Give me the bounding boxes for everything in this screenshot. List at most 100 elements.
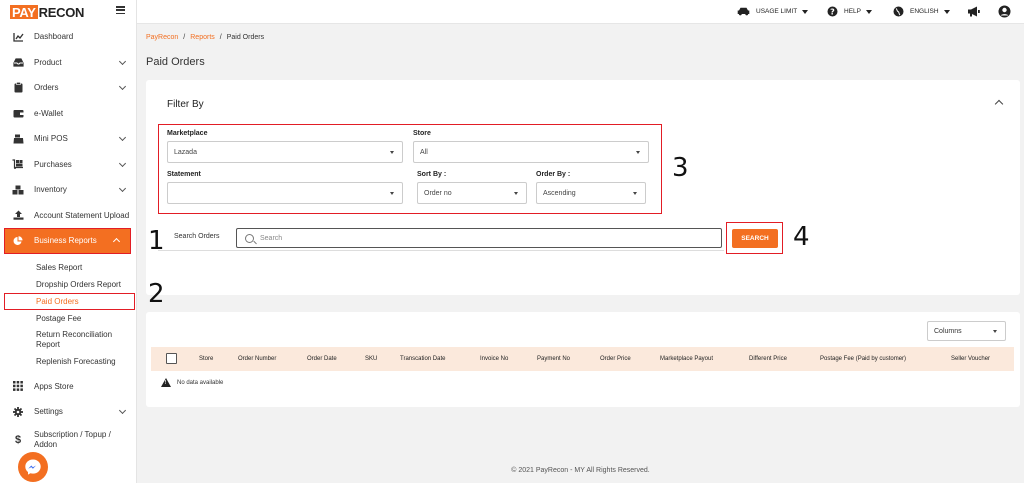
subitem-label: Dropship Orders Report [36,279,121,289]
caret-down-icon [802,9,809,14]
marketplace-select[interactable]: Lazada [167,141,403,163]
chevron-down-icon [118,406,127,415]
dolly-icon [12,158,24,170]
column-header-postage-fee[interactable]: Postage Fee (Paid by customer) [820,356,906,362]
column-header-order-price[interactable]: Order Price [600,356,631,362]
usage-limit-dropdown[interactable]: USAGE LIMIT [737,5,809,18]
sidebar-item-apps-store[interactable]: Apps Store [0,374,137,400]
order-by-select[interactable]: Ascending [536,182,646,204]
filter-title: Filter By [167,99,204,110]
sidebar-item-dashboard[interactable]: Dashboard [0,24,137,50]
sidebar-item-label: Business Reports [34,236,97,246]
help-dropdown[interactable]: ? HELP [827,5,872,18]
column-header-order-number[interactable]: Order Number [238,356,276,362]
empty-text: No data available [177,379,224,386]
caret-down-icon [943,9,950,14]
caret-down-icon [993,330,997,333]
subitem-label: Sales Report [36,262,83,272]
sidebar-item-account-statement-upload[interactable]: Account Statement Upload [0,203,137,229]
clipboard-icon [12,82,24,94]
megaphone-icon [968,6,980,17]
subitem-sales-report[interactable]: Sales Report [0,259,137,276]
column-header-sku[interactable]: SKU [365,356,377,362]
search-button[interactable]: SEARCH [732,229,778,248]
search-divider [158,250,724,251]
svg-text:?: ? [830,7,835,16]
sidebar-item-label: Dashboard [34,32,74,42]
sidebar-item-subscription[interactable]: $ Subscription / Topup / Addon [0,425,137,455]
column-header-store[interactable]: Store [199,356,213,362]
statement-select[interactable] [167,182,403,204]
search-input[interactable]: Search [236,228,722,248]
sort-by-select[interactable]: Order no [417,182,527,204]
messenger-icon [25,459,41,475]
sidebar-item-label: Account Statement Upload [34,210,130,220]
sidebar-item-label: Subscription / Topup / Addon [34,429,111,449]
filter-card: Filter By Marketplace Lazada Store All S… [146,80,1020,295]
results-table-card: Columns Store Order Number Order Date SK… [146,312,1020,407]
annotation-step-2: 2 [148,279,165,309]
cash-register-icon [12,133,24,145]
statement-label: Statement [167,171,201,178]
store-select[interactable]: All [413,141,649,163]
column-header-order-date[interactable]: Order Date [307,356,337,362]
annotation-step-1: 1 [148,226,165,256]
chart-line-icon [12,31,24,43]
subitem-dropship-orders-report[interactable]: Dropship Orders Report [0,276,137,293]
logo-pay: PAY [10,5,38,20]
language-dropdown[interactable]: ENGLISH [893,5,950,18]
order-by-value: Ascending [543,189,576,197]
search-orders-label: Search Orders [174,233,220,240]
sidebar-nav: Dashboard Product Orders e-Wallet Mini P… [0,24,137,455]
sidebar-item-label: Apps Store [34,381,74,391]
sidebar-item-inventory[interactable]: Inventory [0,177,137,203]
subitem-label: Return Reconciliation Report [36,329,113,349]
subitem-return-reconciliation-report[interactable]: Return Reconciliation Report [0,327,137,353]
annotation-step-3: 3 [672,153,689,183]
subitem-replenish-forecasting[interactable]: Replenish Forecasting [0,353,137,370]
sidebar-item-label: e-Wallet [34,108,64,118]
chevron-down-icon [118,159,127,167]
chevron-down-icon [118,133,127,142]
sidebar-item-settings[interactable]: Settings [0,399,137,425]
sort-by-label: Sort By : [417,171,447,178]
column-header-different-price[interactable]: Different Price [749,356,787,362]
column-header-transaction-date[interactable]: Transcation Date [400,356,445,362]
marketplace-value: Lazada [174,148,197,156]
column-header-payment-no[interactable]: Payment No [537,356,570,362]
caret-down-icon [636,151,640,154]
caret-down-icon [390,151,394,154]
sidebar-item-business-reports[interactable]: Business Reports [4,228,131,254]
hamburger-menu-icon[interactable] [116,6,125,14]
upload-icon [12,209,24,221]
messenger-chat-button[interactable] [18,452,48,482]
column-header-invoice-no[interactable]: Invoice No [480,356,508,362]
store-label: Store [413,130,431,137]
sidebar-item-product[interactable]: Product [0,50,137,76]
order-by-label: Order By : [536,171,571,178]
sidebar-item-e-wallet[interactable]: e-Wallet [0,101,137,127]
chevron-down-icon [118,184,127,193]
logo[interactable]: PAY RECON [10,5,84,20]
empty-state: No data available [161,378,223,387]
breadcrumb-reports[interactable]: Reports [190,34,215,41]
chevron-down-icon [118,57,127,65]
column-header-marketplace-payout[interactable]: Marketplace Payout [660,356,713,362]
footer-copyright: © 2021 PayRecon - MY All Rights Reserved… [511,467,650,474]
sidebar-item-mini-pos[interactable]: Mini POS [0,126,137,152]
user-account-button[interactable] [998,5,1011,18]
wallet-icon [12,107,24,119]
subitem-label: Replenish Forecasting [36,356,116,366]
sidebar-item-label: Orders [34,83,59,93]
chevron-up-icon[interactable] [994,99,1004,109]
sidebar-item-purchases[interactable]: Purchases [0,152,137,178]
breadcrumb-home[interactable]: PayRecon [146,34,178,41]
columns-select[interactable]: Columns [927,321,1006,341]
sidebar-item-orders[interactable]: Orders [0,75,137,101]
subitem-postage-fee[interactable]: Postage Fee [0,310,137,327]
subitem-label: Postage Fee [36,313,82,323]
select-all-checkbox[interactable] [166,353,177,364]
announcement-button[interactable] [967,5,980,18]
subitem-paid-orders[interactable]: Paid Orders [4,292,135,310]
column-header-seller-voucher[interactable]: Seller Voucher [951,356,990,362]
